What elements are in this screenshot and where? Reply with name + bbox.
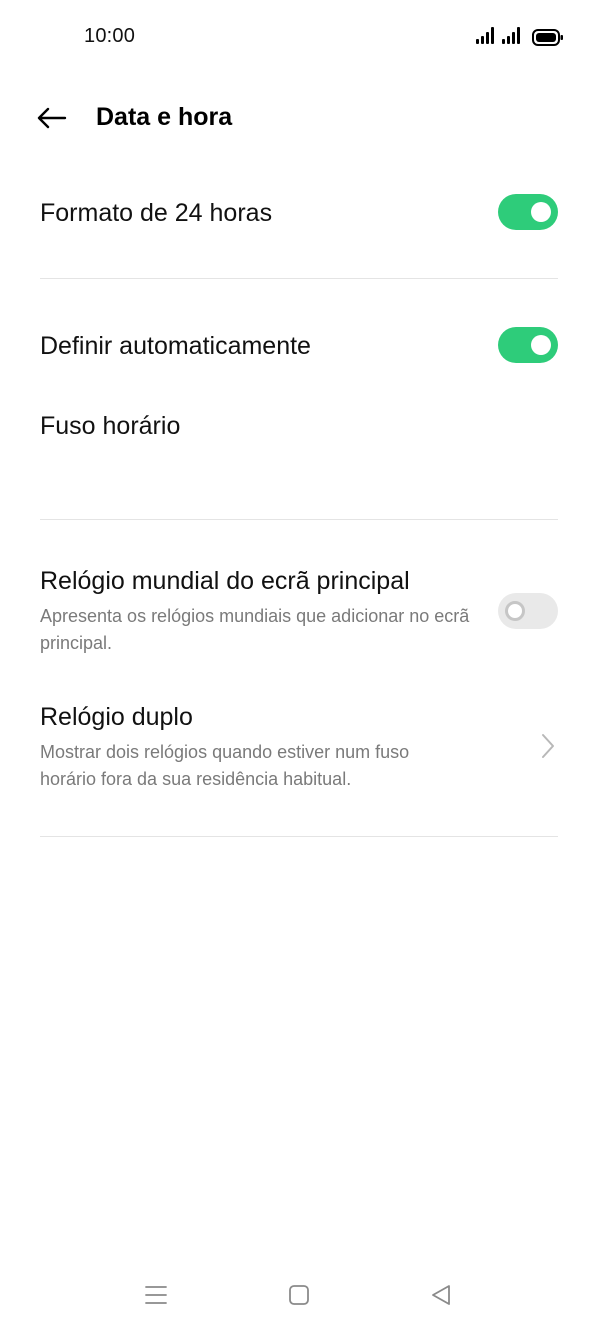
timezone-row[interactable]: Fuso horário [40,410,558,450]
page-title: Data e hora [96,103,233,131]
auto-set-toggle[interactable] [498,327,558,363]
dual-clock-row[interactable]: Relógio duplo Mostrar dois relógios quan… [40,701,558,801]
format-24h-row[interactable]: Formato de 24 horas [40,194,558,232]
auto-set-label: Definir automaticamente [40,332,311,360]
signal-icon [502,27,520,44]
world-clock-row[interactable]: Relógio mundial do ecrã principal Aprese… [40,565,558,665]
battery-icon [532,29,563,46]
menu-button[interactable] [136,1280,176,1310]
divider [40,519,558,520]
nav-back-button[interactable] [421,1280,461,1310]
divider [40,278,558,279]
status-time: 10:00 [84,25,136,47]
auto-set-row[interactable]: Definir automaticamente [40,327,558,365]
divider [40,836,558,837]
back-button[interactable] [30,100,74,136]
signal-icon [476,27,494,44]
format-24h-label: Formato de 24 horas [40,199,273,227]
world-clock-description: Apresenta os relógios mundiais que adici… [40,606,470,653]
back-arrow-icon [37,107,67,129]
status-icons [476,27,563,46]
world-clock-toggle[interactable] [498,593,558,629]
world-clock-label: Relógio mundial do ecrã principal [40,567,410,595]
menu-icon [145,1286,167,1304]
home-icon [289,1285,309,1305]
dual-clock-description: Mostrar dois relógios quando estiver num… [40,742,410,789]
back-icon [432,1285,450,1305]
app-header: Data e hora [0,90,598,146]
timezone-label: Fuso horário [40,412,181,440]
navigation-bar [0,1260,598,1330]
format-24h-toggle[interactable] [498,194,558,230]
chevron-right-icon [538,731,558,761]
status-bar: 10:00 [0,0,598,76]
home-button[interactable] [279,1280,319,1310]
dual-clock-label: Relógio duplo [40,703,193,731]
